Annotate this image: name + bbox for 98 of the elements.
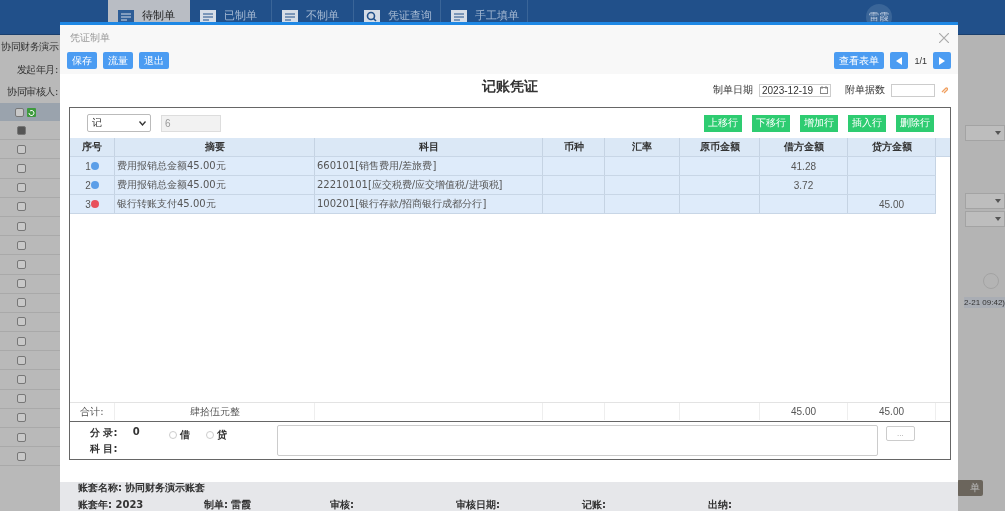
- row-action-button[interactable]: 下移行: [752, 114, 790, 132]
- checkbox[interactable]: [17, 413, 26, 423]
- row-number: 3: [85, 198, 91, 210]
- row-action-button[interactable]: 上移行: [704, 114, 742, 132]
- checkbox[interactable]: [17, 125, 26, 135]
- dropdown[interactable]: [965, 211, 1005, 227]
- row-number: 2: [85, 179, 91, 191]
- dropdown[interactable]: [965, 193, 1005, 209]
- attachments-field[interactable]: [891, 83, 935, 97]
- footer-info: 记账:: [582, 498, 607, 511]
- footer-info: 账套年: 2023: [78, 498, 145, 511]
- left-arrow-icon: [896, 56, 903, 65]
- checkbox[interactable]: [17, 183, 26, 193]
- footer-info: 出纳:: [708, 498, 733, 511]
- paperclip-icon[interactable]: [941, 86, 948, 94]
- chevron-icon: [139, 120, 146, 126]
- close-icon[interactable]: [939, 32, 949, 43]
- checkbox[interactable]: [17, 202, 26, 212]
- timestamp: 2-21 09:42): [964, 297, 1005, 308]
- table-cell: 银行转账支付45.00元: [115, 195, 315, 213]
- table-cell: 费用报销总金额45.00元: [115, 157, 315, 175]
- voucher-type-select[interactable]: 记: [87, 114, 151, 132]
- column-header: 借方金额: [760, 138, 848, 156]
- checkbox[interactable]: [17, 298, 26, 308]
- checkbox[interactable]: [15, 107, 24, 117]
- column-header: 币种: [543, 138, 605, 156]
- table-cell: 41.28: [760, 157, 848, 175]
- checkbox[interactable]: [17, 279, 26, 289]
- dialog-title: 凭证制单: [70, 30, 110, 45]
- checkbox[interactable]: [17, 451, 26, 461]
- table-cell: 45.00: [848, 195, 936, 213]
- checkbox[interactable]: [17, 163, 26, 173]
- caret-icon: [995, 131, 1001, 135]
- column-header: 序号: [70, 138, 115, 156]
- column-header: 摘要: [115, 138, 315, 156]
- field-label: 协同审核人:: [6, 85, 59, 99]
- footer-info: 账套名称: 协同财务演示账套: [78, 481, 204, 495]
- footer-info: 制单: 雷霞: [204, 498, 253, 511]
- checkbox[interactable]: [17, 259, 26, 269]
- refresh-icon[interactable]: [27, 107, 36, 117]
- checkbox[interactable]: [17, 375, 26, 385]
- table-cell: 3.72: [760, 176, 848, 194]
- caret-icon: [995, 199, 1001, 203]
- field-label: 发起年月:: [15, 63, 59, 77]
- radio-option[interactable]: 借: [168, 428, 190, 442]
- column-header: 科目: [315, 138, 543, 156]
- status-dot[interactable]: [90, 200, 99, 208]
- entry-count-label: 分 录:: [90, 425, 119, 440]
- status-dot[interactable]: [90, 162, 99, 170]
- total-label: 合计:: [70, 403, 115, 420]
- checkbox[interactable]: [17, 317, 26, 327]
- checkbox[interactable]: [17, 221, 26, 231]
- checkbox[interactable]: [17, 432, 26, 442]
- dropdown[interactable]: [965, 125, 1005, 141]
- entry-count: 0: [132, 425, 141, 439]
- date-field[interactable]: 2023-12-19: [759, 83, 831, 97]
- table-cell: 22210101[应交税费/应交增值税/进项税]: [315, 176, 543, 194]
- date-label: 制单日期: [713, 83, 753, 97]
- toolbar-button[interactable]: 保存: [67, 52, 97, 69]
- attachments-label: 附单据数: [845, 83, 885, 97]
- column-header: 原币金额: [680, 138, 760, 156]
- table-cell: 660101[销售费用/差旅费]: [315, 157, 543, 175]
- checkbox[interactable]: [17, 394, 26, 404]
- checkbox[interactable]: [17, 355, 26, 365]
- status-dot[interactable]: [90, 181, 99, 189]
- view-form-button[interactable]: 查看表单: [834, 52, 885, 69]
- row-action-button[interactable]: 插入行: [848, 114, 886, 132]
- row-action-button[interactable]: 增加行: [800, 114, 838, 132]
- column-header: 贷方金额: [848, 138, 936, 156]
- more-button[interactable]: ...: [885, 426, 915, 441]
- table-cell: 100201[银行存款/招商银行成都分行]: [315, 195, 543, 213]
- footer-info: 审核日期:: [456, 498, 501, 511]
- credit-total: 45.00: [848, 403, 936, 420]
- caret-icon: [995, 217, 1001, 221]
- debit-total: 45.00: [760, 403, 848, 420]
- previous-button[interactable]: [890, 52, 909, 69]
- radio-option[interactable]: 贷: [205, 428, 227, 442]
- next-button[interactable]: [933, 52, 951, 69]
- checkbox[interactable]: [17, 240, 26, 250]
- row-action-button[interactable]: 删除行: [896, 114, 934, 132]
- account-name: 协同财务演示: [0, 40, 60, 54]
- right-arrow-icon: [939, 56, 945, 65]
- text-area[interactable]: [276, 425, 878, 456]
- voucher-title: 记账凭证: [482, 78, 538, 96]
- voucher-number-field[interactable]: 6: [161, 114, 221, 132]
- row-number: 1: [85, 160, 91, 172]
- toolbar-button[interactable]: 流量: [103, 52, 133, 69]
- page-indicator: 1/1: [914, 55, 927, 66]
- table-cell: 费用报销总金额45.00元: [115, 176, 315, 194]
- checkbox[interactable]: [17, 144, 26, 154]
- footer-info: 审核:: [330, 498, 355, 511]
- checkbox[interactable]: [17, 336, 26, 346]
- toolbar-button[interactable]: 退出: [139, 52, 169, 69]
- calendar-icon: [820, 86, 828, 94]
- column-header: 汇率: [605, 138, 680, 156]
- amount-in-words: 肆拾伍元整: [115, 403, 315, 420]
- account-label: 科 目:: [90, 441, 119, 456]
- action-button[interactable]: 单: [957, 480, 983, 496]
